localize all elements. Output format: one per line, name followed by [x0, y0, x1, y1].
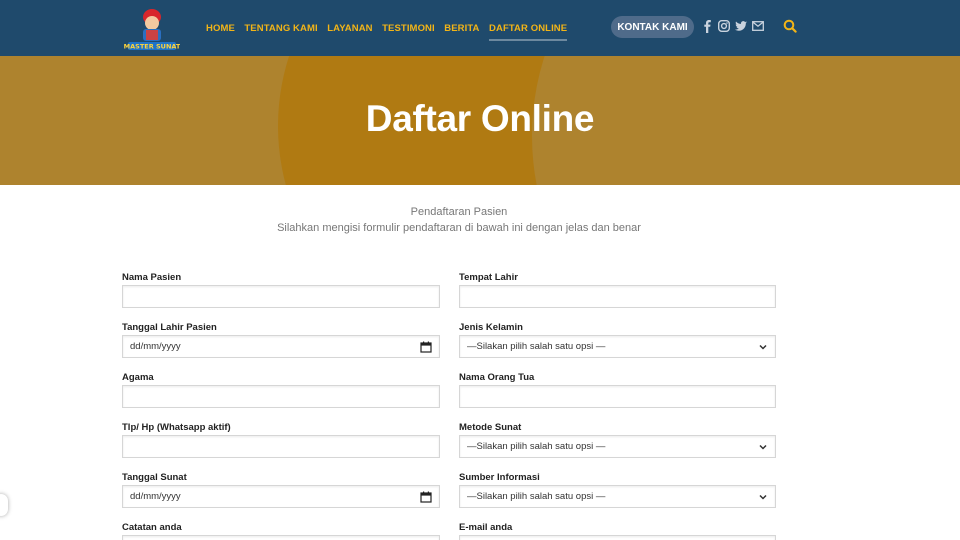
chevron-down-icon [758, 342, 768, 352]
nav-tentang-kami[interactable]: TENTANG KAMI [244, 23, 317, 34]
tempat-lahir-label: Tempat Lahir [459, 272, 518, 283]
sumber-informasi-value: —Silakan pilih salah satu opsi — [467, 491, 606, 502]
twitter-icon[interactable] [734, 19, 748, 33]
calendar-icon[interactable] [420, 341, 432, 353]
chevron-down-icon [758, 492, 768, 502]
telepon-label: Tlp/ Hp (Whatsapp aktif) [122, 422, 231, 433]
jenis-kelamin-label: Jenis Kelamin [459, 322, 523, 333]
metode-sunat-label: Metode Sunat [459, 422, 522, 433]
mail-icon[interactable] [751, 19, 765, 33]
tempat-lahir-input[interactable] [459, 285, 776, 308]
nama-orang-tua-input[interactable] [459, 385, 776, 408]
site-header: MASTER SUNAT HOME TENTANG KAMI LAYANAN T… [0, 0, 960, 56]
tanggal-sunat-label: Tanggal Sunat [122, 472, 187, 483]
nav-testimoni[interactable]: TESTIMONI [382, 23, 435, 34]
agama-label: Agama [122, 372, 154, 383]
contact-button[interactable]: KONTAK KAMI [611, 16, 694, 38]
email-label: E-mail anda [459, 522, 513, 533]
search-icon[interactable] [783, 19, 797, 33]
sumber-informasi-select[interactable]: —Silakan pilih salah satu opsi — [459, 485, 776, 508]
facebook-icon[interactable] [700, 19, 714, 33]
telepon-input[interactable] [122, 435, 440, 458]
form-heading: Pendaftaran Pasien [410, 206, 508, 218]
nama-pasien-input[interactable] [122, 285, 440, 308]
instagram-icon[interactable] [717, 19, 731, 33]
nama-orang-tua-label: Nama Orang Tua [459, 372, 535, 383]
email-input[interactable] [459, 535, 776, 540]
nama-pasien-label: Nama Pasien [122, 272, 182, 283]
metode-sunat-value: —Silakan pilih salah satu opsi — [467, 441, 606, 452]
agama-input[interactable] [122, 385, 440, 408]
catatan-input[interactable] [122, 535, 440, 540]
jenis-kelamin-value: —Silakan pilih salah satu opsi — [467, 341, 606, 352]
nav-daftar-online[interactable]: DAFTAR ONLINE [489, 23, 568, 41]
tanggal-sunat-value: dd/mm/yyyy [130, 491, 181, 502]
page-title: Daftar Online [365, 98, 595, 139]
nav-layanan[interactable]: LAYANAN [327, 23, 372, 34]
tanggal-lahir-value: dd/mm/yyyy [130, 341, 181, 352]
side-scroll-handle[interactable] [0, 494, 8, 516]
nav-home[interactable]: HOME [206, 23, 235, 34]
chevron-down-icon [758, 442, 768, 452]
form-instructions: Silahkan mengisi formulir pendaftaran di… [277, 222, 641, 234]
metode-sunat-select[interactable]: —Silakan pilih salah satu opsi — [459, 435, 776, 458]
sumber-informasi-label: Sumber Informasi [459, 472, 540, 483]
tanggal-sunat-input[interactable]: dd/mm/yyyy [122, 485, 440, 508]
site-logo[interactable]: MASTER SUNAT [124, 3, 181, 53]
tanggal-lahir-input[interactable]: dd/mm/yyyy [122, 335, 440, 358]
main-nav: HOME TENTANG KAMI LAYANAN TESTIMONI BERI… [206, 0, 577, 56]
calendar-icon[interactable] [420, 491, 432, 503]
nav-berita[interactable]: BERITA [444, 23, 479, 34]
page-hero: Daftar Online [0, 56, 960, 185]
catatan-label: Catatan anda [122, 522, 182, 533]
jenis-kelamin-select[interactable]: —Silakan pilih salah satu opsi — [459, 335, 776, 358]
tanggal-lahir-label: Tanggal Lahir Pasien [122, 322, 217, 333]
svg-text:MASTER SUNAT: MASTER SUNAT [124, 43, 180, 51]
